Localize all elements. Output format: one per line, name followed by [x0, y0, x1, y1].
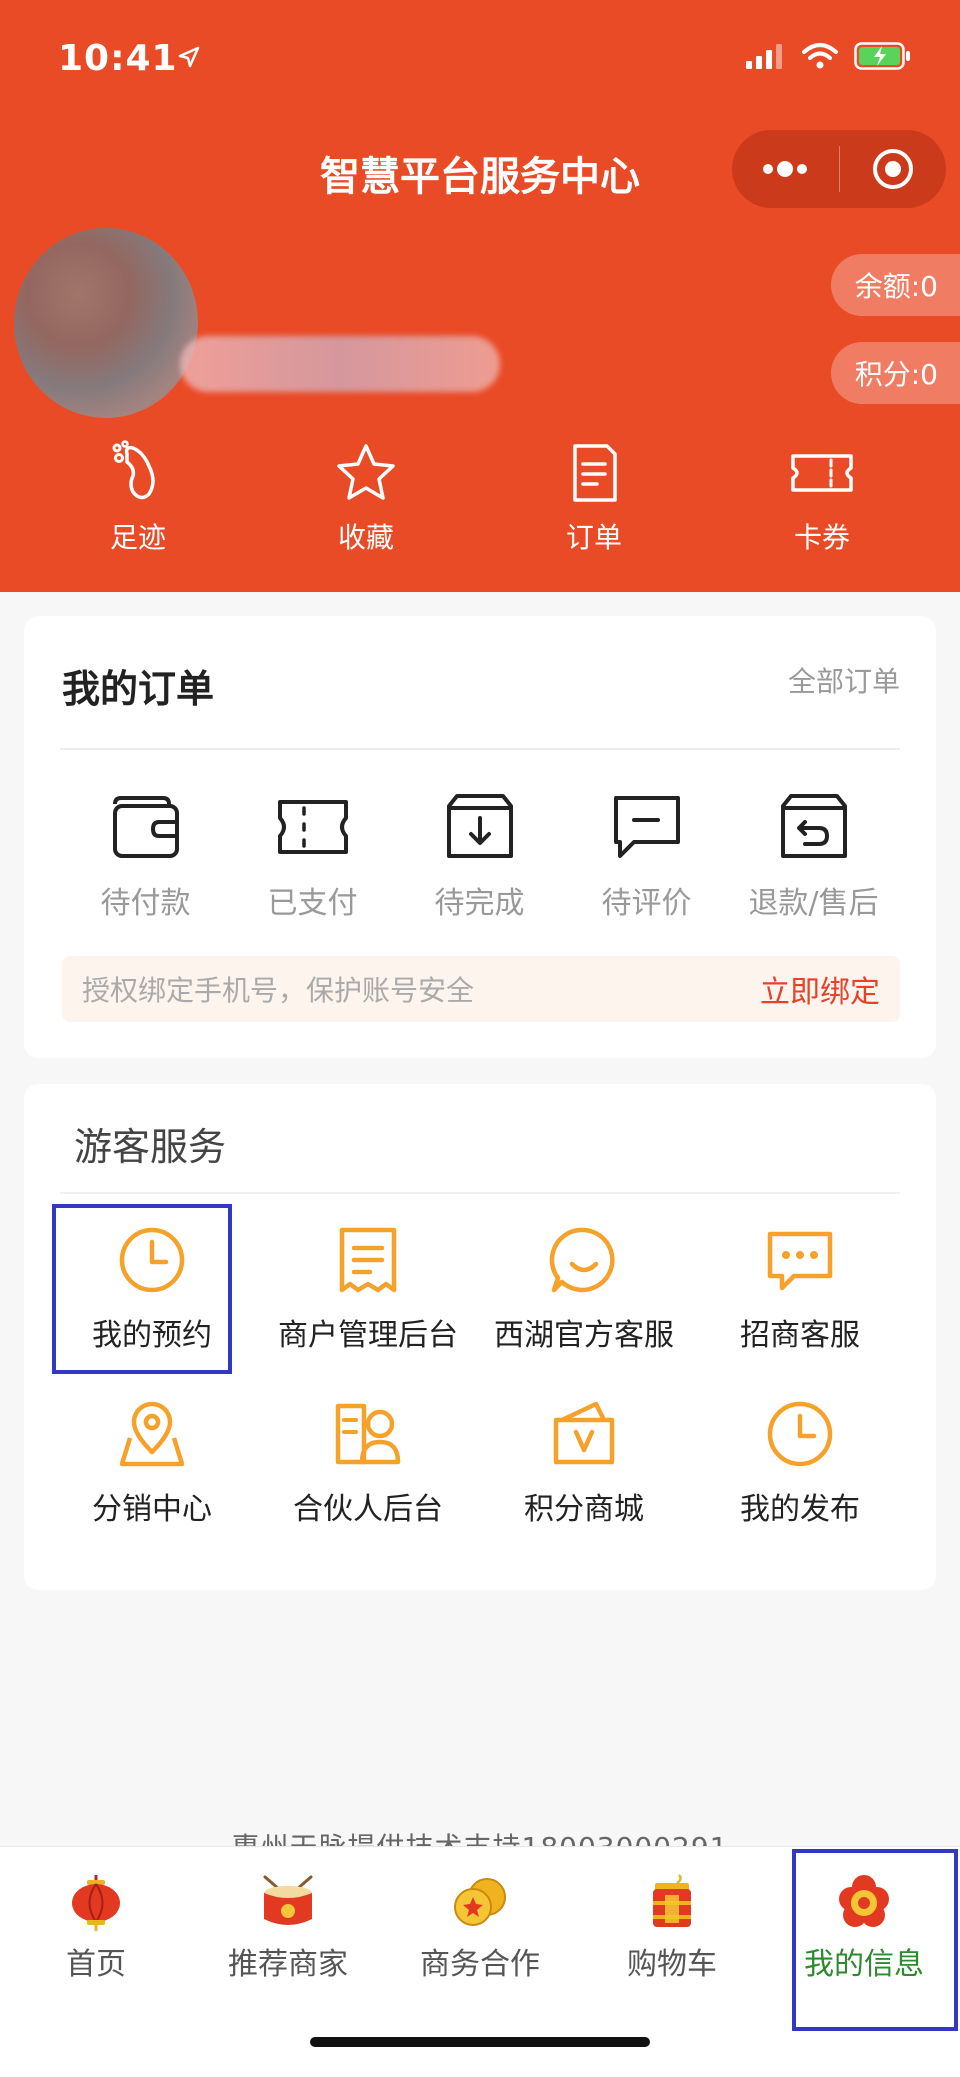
quick-link-label: 卡券 [793, 521, 850, 554]
coins-icon [454, 1878, 506, 1926]
close-mini-program-button[interactable] [840, 130, 947, 208]
drum-icon [263, 1875, 313, 1925]
service-investment-support[interactable]: 招商客服 [692, 1204, 908, 1378]
clock-icon [119, 1227, 185, 1293]
order-status-refund[interactable]: 退款/售后 [730, 788, 897, 922]
more-button[interactable] [732, 130, 839, 208]
service-label: 合伙人后台 [293, 1492, 443, 1527]
bind-phone-banner: 授权绑定手机号，保护账号安全 立即绑定 [62, 956, 900, 1022]
service-distribution-center[interactable]: 分销中心 [44, 1378, 260, 1552]
divider [60, 1192, 900, 1194]
home-indicator [310, 2037, 650, 2047]
user-nickname-blurred [180, 336, 500, 392]
ticket-icon [277, 800, 348, 854]
service-label: 商户管理后台 [278, 1318, 458, 1353]
service-points-mall[interactable]: 积分商城 [476, 1378, 692, 1552]
quick-link-footprint[interactable]: 足迹 [24, 440, 252, 556]
order-status-label: 待付款 [100, 886, 191, 921]
tab-label: 购物车 [627, 1947, 717, 1982]
box-download-icon [446, 794, 513, 858]
order-status-to-review[interactable]: 待评价 [563, 788, 730, 922]
box-return-icon [780, 794, 847, 858]
mini-program-capsule [732, 130, 946, 208]
services-grid: 我的预约 商户管理后台 西湖官方客服 招商客服 分销中心 合伙人后台 积分商城 … [44, 1204, 916, 1552]
map-pin-icon [119, 1401, 185, 1467]
footprint-icon [112, 440, 155, 500]
wifi-icon [802, 43, 838, 69]
service-merchant-admin[interactable]: 商户管理后台 [260, 1204, 476, 1378]
tab-label: 我的信息 [804, 1947, 924, 1982]
firecracker-icon [653, 1874, 691, 1927]
divider [60, 748, 900, 750]
chat-smile-icon [549, 1227, 615, 1293]
status-time: 10:41 [58, 38, 178, 79]
service-label: 我的发布 [740, 1492, 860, 1527]
all-orders-link[interactable]: 全部订单 [788, 660, 900, 700]
service-partner-admin[interactable]: 合伙人后台 [260, 1378, 476, 1552]
more-dots-icon [763, 161, 808, 177]
wallet-icon [112, 796, 179, 858]
order-status-to-complete[interactable]: 待完成 [396, 788, 563, 922]
receipt-icon [339, 1227, 397, 1293]
service-label: 我的预约 [92, 1318, 212, 1353]
points-mall-icon [553, 1401, 615, 1465]
tab-label: 商务合作 [420, 1947, 540, 1982]
service-label: 积分商城 [524, 1492, 644, 1527]
tab-business-cooperation[interactable]: 商务合作 [384, 1847, 576, 2027]
profile-flower-icon [839, 1875, 889, 1927]
bind-phone-text: 授权绑定手机号，保护账号安全 [82, 974, 475, 1007]
bind-now-button[interactable]: 立即绑定 [760, 967, 880, 1011]
chat-dots-icon [767, 1231, 833, 1291]
tab-label: 推荐商家 [228, 1947, 348, 1982]
tab-my-info[interactable]: 我的信息 [768, 1847, 960, 2031]
star-icon [337, 444, 395, 500]
service-label: 西湖官方客服 [494, 1318, 674, 1353]
balance-badge[interactable]: 余额:0 [830, 254, 960, 316]
quick-link-coupons[interactable]: 卡券 [708, 440, 936, 556]
order-status-label: 退款/售后 [748, 886, 879, 921]
document-icon [573, 444, 617, 502]
status-indicators [746, 42, 912, 70]
avatar[interactable] [14, 228, 198, 418]
service-label: 分销中心 [92, 1492, 212, 1527]
quick-link-orders[interactable]: 订单 [480, 440, 708, 556]
signal-icon [746, 44, 782, 69]
profile-header: 10:41 智慧平台服务中心 余额:0 积分:0 足迹 收藏 订单 卡券 [0, 0, 960, 592]
battery-charging-icon [854, 42, 910, 70]
points-badge[interactable]: 积分:0 [830, 342, 960, 404]
location-arrow-icon [178, 46, 200, 68]
bottom-tab-bar: 首页 推荐商家 商务合作 购物车 我的信息 [0, 1846, 960, 2077]
quick-link-label: 足迹 [109, 521, 166, 554]
tab-label: 首页 [66, 1947, 126, 1982]
order-status-label: 已支付 [267, 886, 358, 921]
target-circle-icon [872, 149, 913, 189]
partner-icon [335, 1403, 401, 1465]
order-status-paid[interactable]: 已支付 [229, 788, 396, 922]
tab-shopping-cart[interactable]: 购物车 [576, 1847, 768, 2027]
lantern-icon [72, 1875, 120, 1931]
quick-links: 足迹 收藏 订单 卡券 [0, 440, 960, 556]
visitor-services-card: 游客服务 我的预约 商户管理后台 西湖官方客服 招商客服 分销中心 合伙人后台 … [24, 1084, 936, 1590]
tab-home[interactable]: 首页 [0, 1847, 192, 2027]
service-my-posts[interactable]: 我的发布 [692, 1378, 908, 1552]
services-title: 游客服务 [74, 1125, 227, 1169]
my-orders-card: 我的订单 全部订单 待付款 已支付 待完成 待评价 退款/售后 授权绑定手机号，… [24, 616, 936, 1058]
clock-icon [767, 1401, 833, 1467]
service-label: 招商客服 [740, 1318, 860, 1353]
orders-title: 我的订单 [62, 667, 215, 711]
service-westlake-support[interactable]: 西湖官方客服 [476, 1204, 692, 1378]
quick-link-label: 收藏 [337, 521, 394, 554]
order-status-label: 待评价 [601, 886, 692, 921]
order-status-pending-payment[interactable]: 待付款 [62, 788, 229, 922]
quick-link-favorites[interactable]: 收藏 [252, 440, 480, 556]
quick-link-label: 订单 [565, 521, 622, 554]
tab-recommended-merchants[interactable]: 推荐商家 [192, 1847, 384, 2027]
ticket-icon [791, 454, 853, 492]
service-my-reservations[interactable]: 我的预约 [44, 1204, 260, 1378]
order-status-label: 待完成 [434, 886, 525, 921]
order-status-row: 待付款 已支付 待完成 待评价 退款/售后 [24, 788, 936, 922]
comment-icon [613, 796, 680, 858]
